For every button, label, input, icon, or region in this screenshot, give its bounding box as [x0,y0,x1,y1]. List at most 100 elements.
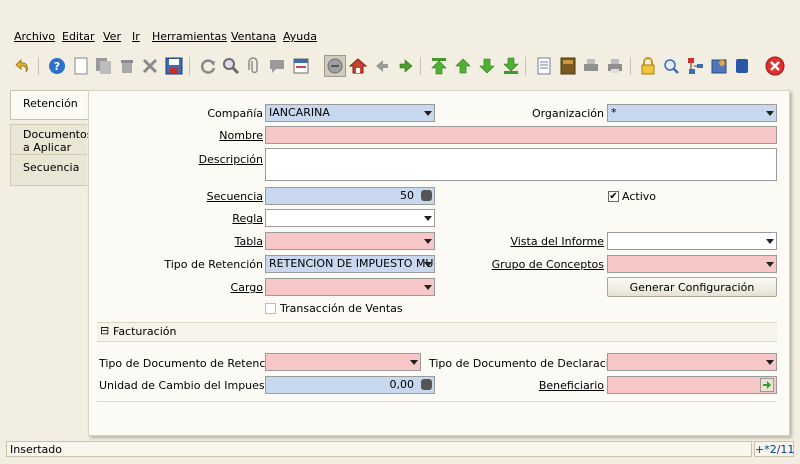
close-window-icon[interactable] [731,55,753,77]
chevron-down-icon[interactable] [763,256,776,272]
tab-secuencia-label: Secuencia [23,161,80,174]
tabla-label: Tabla [234,235,263,248]
tabla-select[interactable] [265,232,435,250]
chevron-down-icon[interactable] [421,105,434,121]
tab-retencion[interactable]: Retención [10,90,89,120]
print-icon[interactable] [604,55,626,77]
history-icon[interactable] [324,55,346,77]
tab-documentos-label: Documentos a Aplicar [23,128,93,154]
lock-icon[interactable] [637,55,659,77]
generar-configuracion-button[interactable]: Generar Configuración [607,277,777,297]
compania-label: Compañía [207,107,263,120]
report-icon[interactable] [533,55,555,77]
secuencia-label: Secuencia [206,190,263,203]
activo-checkbox[interactable]: ✔ [608,191,619,202]
facturacion-label: Facturación [113,325,177,338]
descripcion-label: Descripción [198,153,263,166]
tipo-doc-retencion-select[interactable] [265,353,421,371]
lookup-icon[interactable] [760,378,774,392]
beneficiario-label: Beneficiario [538,379,604,392]
home-icon[interactable] [347,55,369,77]
chevron-down-icon[interactable] [421,256,434,272]
grupo-label: Grupo de Conceptos [491,258,604,271]
menu-ayuda[interactable]: Ayuda [283,30,317,43]
nombre-label: Nombre [219,129,263,142]
exit-icon[interactable] [764,55,786,77]
chevron-down-icon[interactable] [421,279,434,295]
chevron-down-icon[interactable] [763,105,776,121]
tab-retencion-label: Retención [23,97,78,110]
process-icon[interactable] [708,55,730,77]
undo-icon[interactable] [12,55,34,77]
search-icon[interactable] [220,55,242,77]
form-panel: Compañía IANCARINA Organización * Nombre… [88,90,790,436]
tipo-doc-declaracion-select[interactable] [607,353,777,371]
menu-ver[interactable]: Ver [103,30,121,43]
tab-documentos-aplicar[interactable]: Documentos a Aplicar [10,124,93,156]
record-position-indicator[interactable]: +*2/11 [754,441,794,457]
save-icon[interactable] [163,55,185,77]
organizacion-select[interactable]: * [607,104,777,122]
chevron-down-icon[interactable] [421,210,434,226]
cargo-select[interactable] [265,278,435,296]
back-icon[interactable] [371,55,393,77]
descripcion-field[interactable] [265,148,777,181]
nombre-field[interactable] [265,126,777,144]
grid-toggle-icon[interactable] [290,55,312,77]
tipo-retencion-value: RETENCION DE IMPUESTO MUN [269,257,435,270]
tab-secuencia[interactable]: Secuencia [10,154,87,186]
chevron-down-icon[interactable] [407,354,420,370]
workflow-icon[interactable] [684,55,706,77]
delete-icon[interactable] [116,55,138,77]
calculator-icon[interactable] [421,379,432,390]
copy-record-icon[interactable] [93,55,115,77]
regla-label: Regla [232,212,263,225]
compania-value: IANCARINA [269,106,330,119]
last-record-icon[interactable] [500,55,522,77]
refresh-icon[interactable] [197,55,219,77]
unidad-cambio-field[interactable]: 0,00 [265,376,435,394]
archive-icon[interactable] [557,55,579,77]
menu-archivo[interactable]: Archivo [14,30,55,43]
chat-icon[interactable] [266,55,288,77]
calculator-icon[interactable] [421,190,432,201]
first-record-icon[interactable] [428,55,450,77]
tipo-retencion-select[interactable]: RETENCION DE IMPUESTO MUN [265,255,435,273]
unidad-cambio-label: Unidad de Cambio del Impuesto [99,379,276,392]
forward-icon[interactable] [395,55,417,77]
menu-ir[interactable]: Ir [132,30,140,43]
collapse-icon[interactable]: ⊟ [100,324,109,337]
activo-label: Activo [622,190,656,203]
facturacion-section-header[interactable]: ⊟ Facturación [97,322,777,342]
secuencia-field[interactable]: 50 [265,187,435,205]
chevron-down-icon[interactable] [421,233,434,249]
secuencia-value: 50 [400,189,414,202]
menu-ventana[interactable]: Ventana [231,30,276,43]
organizacion-label: Organización [531,107,604,120]
transaccion-ventas-label: Transacción de Ventas [280,302,403,315]
chevron-down-icon[interactable] [763,354,776,370]
vista-select[interactable] [607,232,777,250]
transaccion-ventas-checkbox[interactable] [265,303,276,314]
regla-select[interactable] [265,209,435,227]
print-preview-icon[interactable] [580,55,602,77]
toolbar: ? [0,55,800,83]
cargo-label: Cargo [230,281,263,294]
chevron-down-icon[interactable] [763,233,776,249]
new-record-icon[interactable] [70,55,92,77]
previous-record-icon[interactable] [452,55,474,77]
beneficiario-field[interactable] [607,376,777,394]
status-bar: Insertado [6,441,752,457]
help-icon[interactable]: ? [46,55,68,77]
tools-icon[interactable] [139,55,161,77]
vista-label: Vista del Informe [510,235,604,248]
next-record-icon[interactable] [476,55,498,77]
organizacion-value: * [611,106,617,119]
menu-editar[interactable]: Editar [62,30,95,43]
zoom-across-icon[interactable] [660,55,682,77]
attachment-icon[interactable] [243,55,265,77]
grupo-select[interactable] [607,255,777,273]
compania-select[interactable]: IANCARINA [265,104,435,122]
unidad-cambio-value: 0,00 [389,378,415,391]
menu-herramientas[interactable]: Herramientas [152,30,227,43]
